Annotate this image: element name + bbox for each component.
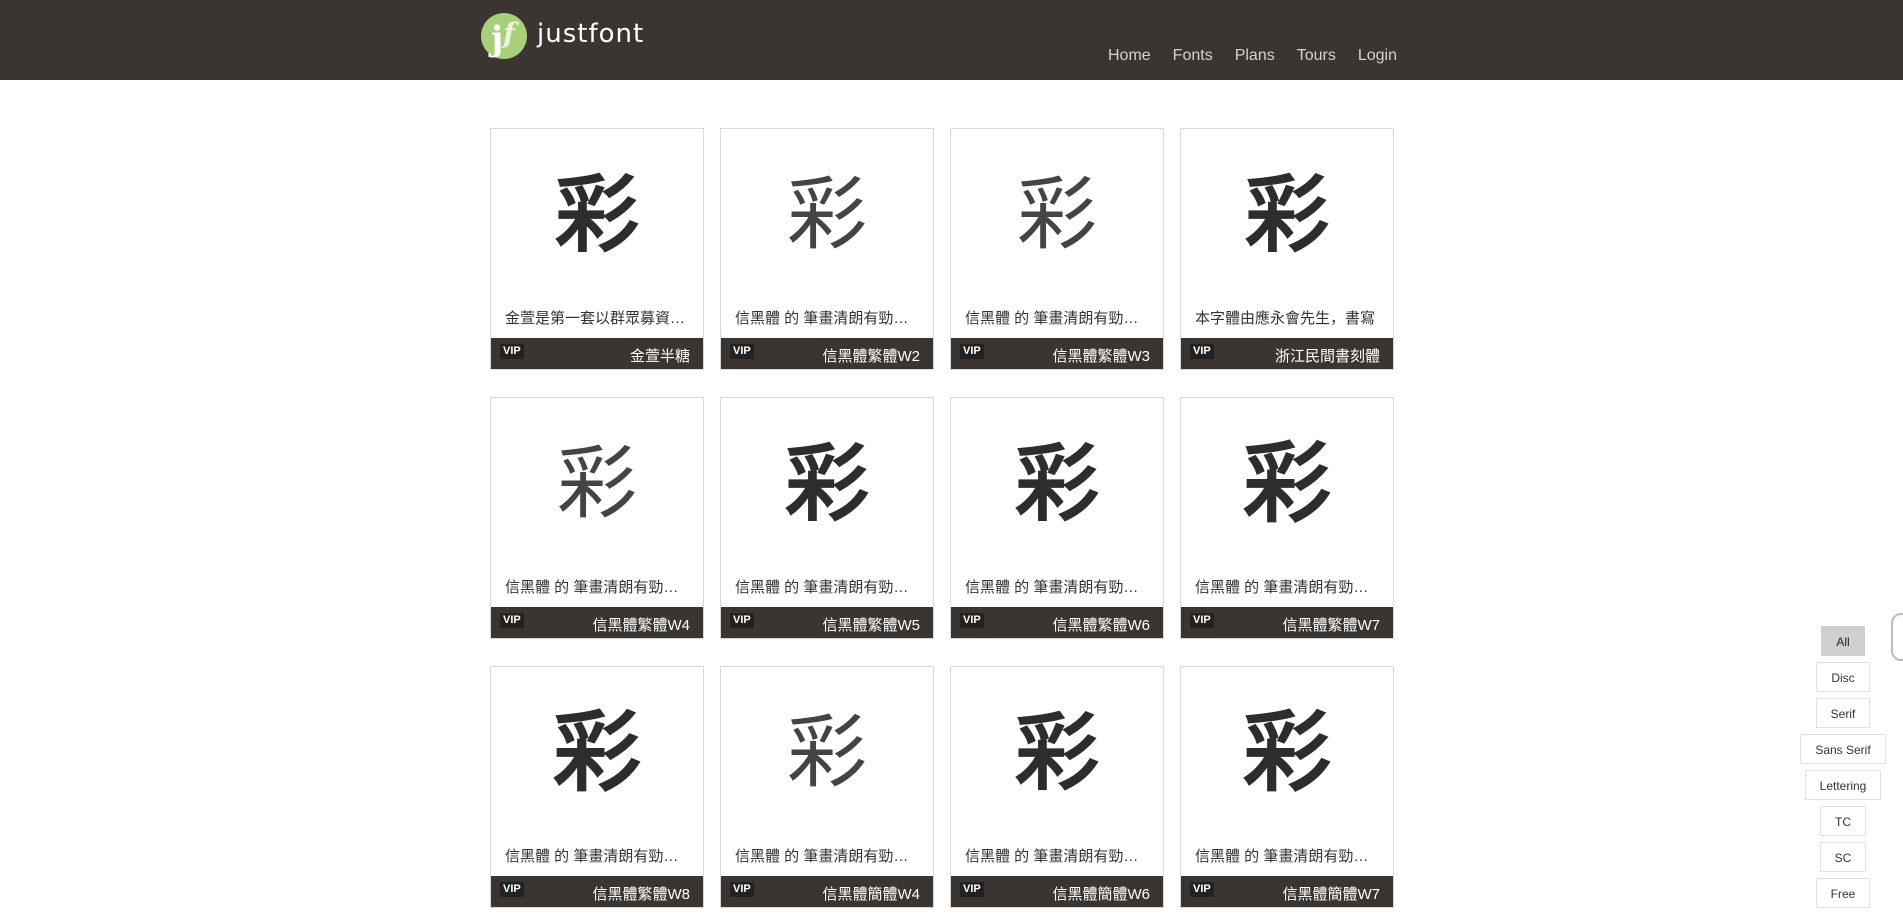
font-description: 信黑體 的 筆畫清朗有勁，字面寬大 <box>505 848 689 865</box>
card-footer: VIP 信黑體繁體W4 <box>491 607 703 638</box>
font-description: 信黑體 的 筆畫清朗有勁，字面寬大 <box>505 579 689 596</box>
nav-home[interactable]: Home <box>1108 47 1151 65</box>
font-sample-glyph: 彩 <box>787 168 867 261</box>
font-sample-glyph: 彩 <box>787 706 867 799</box>
filter-free[interactable]: Free <box>1815 878 1871 908</box>
font-name[interactable]: 信黑體繁體W5 <box>822 614 920 635</box>
filter-all[interactable]: All <box>1821 626 1865 656</box>
filter-sans-serif[interactable]: Sans Serif <box>1800 734 1886 764</box>
card-footer: VIP 信黑體簡體W7 <box>1181 876 1393 907</box>
font-card[interactable]: 彩 信黑體 的 筆畫清朗有勁，字面寬大 VIP 信黑體繁體W5 <box>720 397 934 639</box>
vip-badge: VIP <box>960 882 984 897</box>
font-description: 信黑體 的 筆畫清朗有勁，字面寬大 <box>965 310 1149 327</box>
font-sample-glyph: 彩 <box>552 701 641 804</box>
font-name[interactable]: 浙江民間書刻體 <box>1275 345 1380 366</box>
filter-sc[interactable]: SC <box>1819 842 1867 872</box>
filter-disc[interactable]: Disc <box>1816 662 1870 692</box>
font-sample-glyph: 彩 <box>1244 166 1329 264</box>
card-footer: VIP 信黑體簡體W6 <box>951 876 1163 907</box>
font-grid: 彩 金萱是第一套以群眾募資方式完成的字型 VIP 金萱半糖 彩 信黑體 的 筆畫… <box>490 128 1394 908</box>
font-sample-glyph: 彩 <box>554 166 639 264</box>
vip-badge: VIP <box>730 344 754 359</box>
card-footer: VIP 信黑體簡體W4 <box>721 876 933 907</box>
font-name[interactable]: 金萱半糖 <box>630 345 690 366</box>
card-footer: VIP 信黑體繁體W8 <box>491 876 703 907</box>
font-card[interactable]: 彩 信黑體 的 筆畫清朗有勁，字面寬大 VIP 信黑體簡體W7 <box>1180 666 1394 908</box>
font-name[interactable]: 信黑體簡體W7 <box>1282 883 1380 904</box>
vip-badge: VIP <box>500 344 524 359</box>
vip-badge: VIP <box>1190 613 1214 628</box>
font-sample-glyph: 彩 <box>1014 704 1099 802</box>
nav-tours[interactable]: Tours <box>1297 47 1336 65</box>
card-footer: VIP 信黑體繁體W3 <box>951 338 1163 369</box>
font-name[interactable]: 信黑體繁體W6 <box>1052 614 1150 635</box>
font-description: 金萱是第一套以群眾募資方式完成的字型 <box>505 310 689 327</box>
card-footer: VIP 信黑體繁體W5 <box>721 607 933 638</box>
font-sample-glyph: 彩 <box>1242 432 1331 535</box>
filter-lettering[interactable]: Lettering <box>1804 770 1882 800</box>
font-card[interactable]: 彩 信黑體 的 筆畫清朗有勁，字面寬大 VIP 信黑體繁體W7 <box>1180 397 1394 639</box>
font-card[interactable]: 彩 信黑體 的 筆畫清朗有勁，字面寬大 VIP 信黑體簡體W4 <box>720 666 934 908</box>
font-description: 信黑體 的 筆畫清朗有勁，字面寬大 <box>965 579 1149 596</box>
font-description: 信黑體 的 筆畫清朗有勁，字面寬大 <box>735 848 919 865</box>
font-name[interactable]: 信黑體繁體W7 <box>1282 614 1380 635</box>
nav-plans[interactable]: Plans <box>1235 47 1275 65</box>
vip-badge: VIP <box>960 344 984 359</box>
font-sample-glyph: 彩 <box>1014 435 1099 533</box>
vip-badge: VIP <box>1190 882 1214 897</box>
card-footer: VIP 浙江民間書刻體 <box>1181 338 1393 369</box>
main-nav: Home Fonts Plans Tours Login <box>1086 47 1397 65</box>
font-card[interactable]: 彩 信黑體 的 筆畫清朗有勁，字面寬大 VIP 信黑體繁體W2 <box>720 128 934 370</box>
nav-fonts[interactable]: Fonts <box>1173 47 1213 65</box>
category-filter: All Disc Serif Sans Serif Lettering TC SC Free <box>1783 626 1903 914</box>
font-name[interactable]: 信黑體繁體W8 <box>592 883 690 904</box>
vip-badge: VIP <box>500 613 524 628</box>
font-name[interactable]: 信黑體簡體W6 <box>1052 883 1150 904</box>
top-navbar: jf justfont Home Fonts Plans Tours Login <box>0 0 1903 80</box>
font-card[interactable]: 彩 金萱是第一套以群眾募資方式完成的字型 VIP 金萱半糖 <box>490 128 704 370</box>
card-footer: VIP 信黑體繁體W6 <box>951 607 1163 638</box>
vip-badge: VIP <box>1190 344 1214 359</box>
vip-badge: VIP <box>730 613 754 628</box>
card-footer: VIP 信黑體繁體W2 <box>721 338 933 369</box>
font-card[interactable]: 彩 本字體由應永會先生，書寫 VIP 浙江民間書刻體 <box>1180 128 1394 370</box>
font-name[interactable]: 信黑體繁體W4 <box>592 614 690 635</box>
card-footer: VIP 信黑體繁體W7 <box>1181 607 1393 638</box>
font-description: 本字體由應永會先生，書寫 <box>1195 310 1376 327</box>
font-card[interactable]: 彩 信黑體 的 筆畫清朗有勁，字面寬大 VIP 信黑體簡體W6 <box>950 666 1164 908</box>
font-name[interactable]: 信黑體繁體W3 <box>1052 345 1150 366</box>
font-card[interactable]: 彩 信黑體 的 筆畫清朗有勁，字面寬大 VIP 信黑體繁體W3 <box>950 128 1164 370</box>
card-footer: VIP 金萱半糖 <box>491 338 703 369</box>
font-name[interactable]: 信黑體簡體W4 <box>822 883 920 904</box>
font-name[interactable]: 信黑體繁體W2 <box>822 345 920 366</box>
justfont-logo[interactable]: jf justfont <box>481 13 644 71</box>
font-description: 信黑體 的 筆畫清朗有勁，字面寬大 <box>1195 579 1379 596</box>
side-tab-handle[interactable] <box>1891 613 1903 661</box>
filter-serif[interactable]: Serif <box>1815 698 1871 728</box>
brand-name: justfont <box>537 19 645 49</box>
vip-badge: VIP <box>960 613 984 628</box>
vip-badge: VIP <box>730 882 754 897</box>
filter-tc[interactable]: TC <box>1820 806 1866 836</box>
font-description: 信黑體 的 筆畫清朗有勁，字面寬大 <box>735 579 919 596</box>
font-sample-glyph: 彩 <box>1242 701 1331 804</box>
font-sample-glyph: 彩 <box>784 435 869 533</box>
font-card[interactable]: 彩 信黑體 的 筆畫清朗有勁，字面寬大 VIP 信黑體繁體W6 <box>950 397 1164 639</box>
font-card[interactable]: 彩 信黑體 的 筆畫清朗有勁，字面寬大 VIP 信黑體繁體W8 <box>490 666 704 908</box>
font-description: 信黑體 的 筆畫清朗有勁，字面寬大 <box>1195 848 1379 865</box>
vip-badge: VIP <box>500 882 524 897</box>
font-description: 信黑體 的 筆畫清朗有勁，字面寬大 <box>735 310 919 327</box>
font-description: 信黑體 的 筆畫清朗有勁，字面寬大 <box>965 848 1149 865</box>
font-sample-glyph: 彩 <box>557 437 637 530</box>
font-card[interactable]: 彩 信黑體 的 筆畫清朗有勁，字面寬大 VIP 信黑體繁體W4 <box>490 397 704 639</box>
font-sample-glyph: 彩 <box>1017 168 1097 261</box>
jf-logo-icon: jf <box>481 13 527 59</box>
nav-login[interactable]: Login <box>1358 47 1397 65</box>
